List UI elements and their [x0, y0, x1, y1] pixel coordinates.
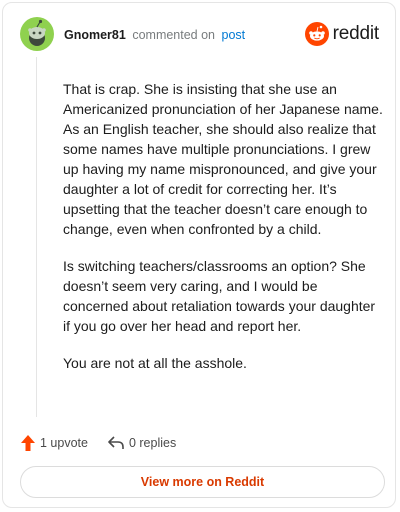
comment-header: Gnomer81 commented on post reddit [20, 17, 381, 53]
comment-card: Gnomer81 commented on post reddit That i… [2, 2, 396, 508]
reply-button[interactable]: 0 replies [108, 436, 176, 450]
comment-meta: Gnomer81 commented on post [64, 28, 245, 42]
comment-paragraph: You are not at all the asshole. [63, 355, 247, 371]
upvote-count: 1 upvote [40, 436, 88, 450]
comment-body: That is crap. She is insisting that she … [63, 79, 385, 390]
post-link[interactable]: post [222, 28, 246, 42]
comment-footer: 1 upvote 0 replies [21, 433, 176, 453]
upvote-button[interactable]: 1 upvote [21, 435, 88, 451]
view-more-button[interactable]: View more on Reddit [20, 466, 385, 498]
reddit-brand[interactable]: reddit [304, 22, 380, 46]
snoo-avatar-icon[interactable] [20, 17, 54, 51]
username-link[interactable]: Gnomer81 [64, 28, 126, 42]
thread-line [36, 57, 37, 417]
reddit-logo-icon [304, 22, 329, 46]
comment-paragraph: Is switching teachers/classrooms an opti… [63, 258, 376, 334]
reply-count: 0 replies [128, 436, 177, 450]
action-text: commented on [132, 28, 216, 42]
brand-wordmark: reddit [332, 23, 380, 44]
reply-arrow-icon [108, 436, 124, 449]
upvote-arrow-icon [21, 435, 35, 451]
comment-paragraph: That is crap. She is insisting that she … [63, 81, 383, 237]
